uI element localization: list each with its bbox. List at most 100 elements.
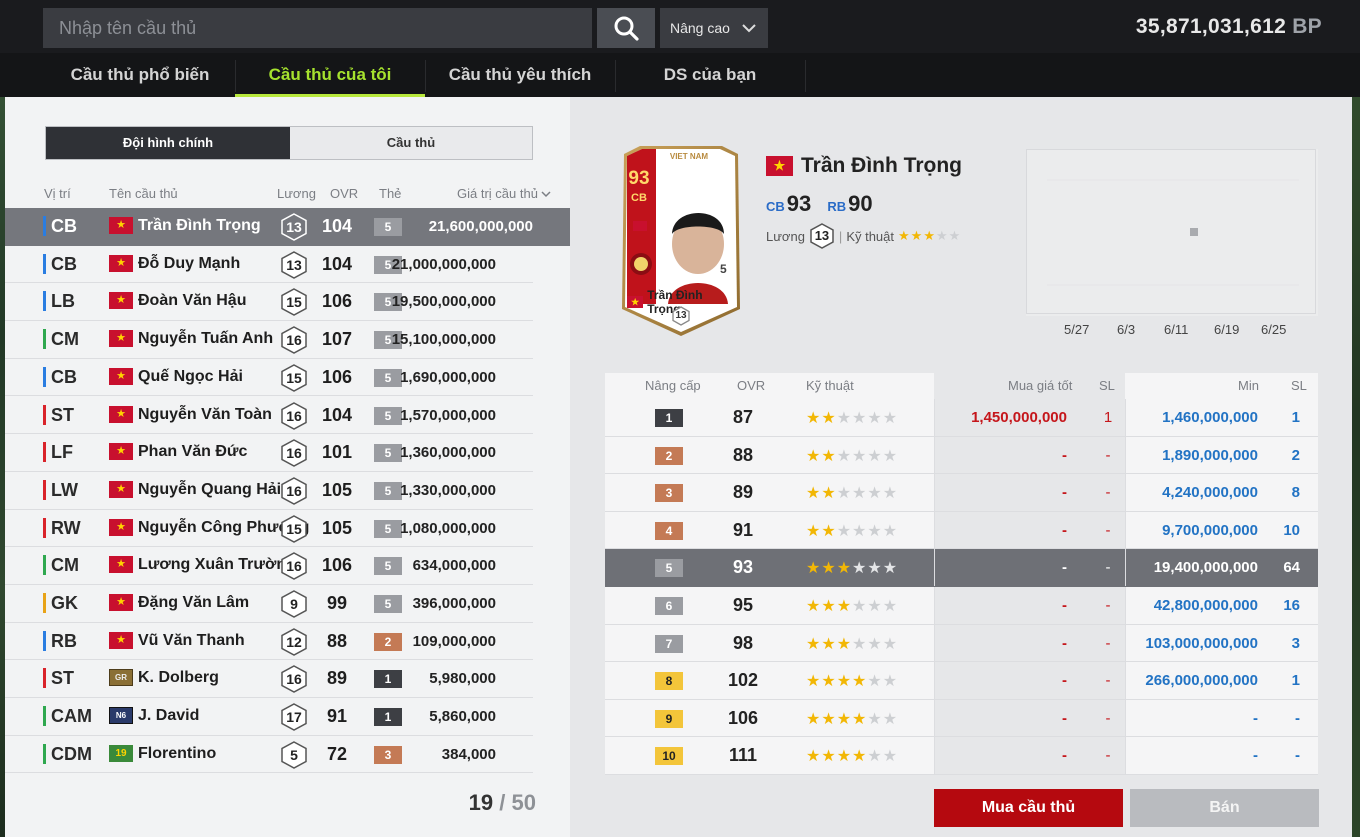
player-row[interactable]: GK ★ Đặng Văn Lâm 9 99 5 396,000,000 xyxy=(5,585,533,623)
player-row[interactable]: CDM 19 Florentino 5 72 3 384,000 xyxy=(5,736,533,774)
card-ovr: 93 xyxy=(628,168,650,189)
position-label: CB xyxy=(43,216,77,236)
tab-favorite-players[interactable]: Cầu thủ yêu thích xyxy=(425,53,615,97)
tab-my-players[interactable]: Cầu thủ của tôi xyxy=(235,53,425,97)
sell-button[interactable]: Bán xyxy=(1130,789,1319,827)
upgrade-row[interactable]: 5 93 ★★★★★★ - -19,400,000,000 64 xyxy=(605,549,1318,587)
star-filled-icon: ★ xyxy=(806,447,822,465)
tab-your-list[interactable]: DS của bạn xyxy=(615,53,805,97)
buy-player-button[interactable]: Mua cầu thủ xyxy=(934,789,1123,827)
min-price: 1,890,000,000 xyxy=(1162,446,1258,464)
ovr-value: 91 xyxy=(326,706,348,727)
top-bar: Nhập tên cầu thủ Nâng cao 35,871,031,612… xyxy=(0,0,1360,53)
tab-popular-players[interactable]: Cầu thủ phổ biến xyxy=(45,53,235,97)
salary-value: 17 xyxy=(286,709,302,726)
position-label: ST xyxy=(43,668,74,689)
star-empty-icon: ★ xyxy=(852,560,868,578)
player-detail-panel: VIET NAM 93 CB 5 ★ Trần Đình Trọng 13 ★ … xyxy=(570,97,1352,837)
player-row[interactable]: CB ★ Trần Đình Trọng 13 104 5 21,600,000,000 xyxy=(5,208,570,246)
ovr-value: 104 xyxy=(321,404,353,425)
star-filled-icon: ★ xyxy=(852,710,868,728)
star-filled-icon: ★ xyxy=(898,228,911,243)
search-button[interactable] xyxy=(597,8,655,48)
player-row[interactable]: LB ★ Đoàn Văn Hậu 15 106 5 19,500,000,000 xyxy=(5,283,533,322)
upgrade-level-badge: 10 xyxy=(655,747,683,766)
card-name: Trần Đình Trọng xyxy=(647,288,703,316)
upgrade-level-badge: 5 xyxy=(655,559,683,578)
header-salary[interactable]: Lương xyxy=(277,186,316,201)
header-position[interactable]: Vị trí xyxy=(44,186,71,201)
position-label: LF xyxy=(43,442,73,463)
upgrade-row[interactable]: 1 87 ★★★★★★ 1,450,000,000 1 1,460,000,000 1 xyxy=(605,399,1318,437)
player-row[interactable]: CB ★ Quế Ngọc Hải 15 106 5 1,690,000,000 xyxy=(5,359,533,397)
toggle-main-squad[interactable]: Đội hình chính xyxy=(46,127,290,159)
player-row[interactable]: RW ★ Nguyễn Công Phượng 15 105 5 1,080,000,000 xyxy=(5,510,533,548)
upgrade-row[interactable]: 8 102 ★★★★★★ - -266,000,000,000 1 xyxy=(605,662,1318,700)
upgrade-row[interactable]: 10 111 ★★★★★★ - - - - xyxy=(605,737,1318,775)
player-row[interactable]: LF ★ Phan Văn Đức 16 101 5 1,360,000,000 xyxy=(5,434,533,472)
player-row[interactable]: LW ★ Nguyễn Quang Hải 16 105 5 1,330,000,000 xyxy=(5,472,533,510)
toggle-players[interactable]: Cầu thủ xyxy=(290,127,532,159)
best-price: - xyxy=(1062,484,1067,502)
best-price: - xyxy=(1062,521,1067,539)
upgrade-row[interactable]: 2 88 ★★★★★★ - -1,890,000,000 2 xyxy=(605,436,1318,475)
salary-value: 13 xyxy=(286,219,302,235)
upgrade-row[interactable]: 9 106 ★★★★★★ - - - - xyxy=(605,699,1318,738)
card-level-badge: 5 xyxy=(374,444,402,463)
column-divider xyxy=(934,737,935,775)
salary-value: 13 xyxy=(286,256,302,273)
star-filled-icon: ★ xyxy=(821,710,837,728)
player-row[interactable]: ST ★ Nguyễn Văn Toàn 16 104 5 1,570,000,000 xyxy=(5,397,533,435)
best-quantity: - xyxy=(1105,709,1111,727)
salary-value: 12 xyxy=(286,633,302,650)
search-input[interactable]: Nhập tên cầu thủ xyxy=(43,8,592,48)
best-price: - xyxy=(1062,672,1067,690)
column-divider xyxy=(1125,511,1126,549)
player-row[interactable]: RB ★ Vũ Văn Thanh 12 88 2 109,000,000 xyxy=(5,623,533,661)
roster-current: 19 xyxy=(468,790,494,815)
ovr-value: 89 xyxy=(326,668,348,689)
min-quantity: - xyxy=(1295,747,1300,765)
player-row[interactable]: ST GR K. Dolberg 16 89 1 5,980,000 xyxy=(5,660,533,699)
position-label: CAM xyxy=(43,706,92,727)
player-row[interactable]: CM ★ Nguyễn Tuấn Anh 16 107 5 15,100,000,000 xyxy=(5,321,533,359)
star-empty-icon: ★ xyxy=(867,710,883,728)
pos1-ovr: 93 xyxy=(786,191,812,216)
min-quantity: 8 xyxy=(1291,484,1300,502)
star-empty-icon: ★ xyxy=(836,447,853,465)
upgrade-row[interactable]: 7 98 ★★★★★★ - -103,000,000,000 3 xyxy=(605,624,1318,663)
header-value[interactable]: Giá trị cầu thủ xyxy=(457,186,551,201)
star-empty-icon: ★ xyxy=(882,447,899,465)
star-empty-icon: ★ xyxy=(882,598,899,615)
star-filled-icon: ★ xyxy=(821,485,837,503)
column-divider xyxy=(1125,399,1126,436)
header-name[interactable]: Tên cầu thủ xyxy=(109,186,178,201)
salary-value: 15 xyxy=(286,520,302,537)
upgrade-row[interactable]: 6 95 ★★★★★★ - -42,800,000,000 16 xyxy=(605,587,1318,625)
nation-flag-icon: ★ xyxy=(109,443,133,461)
best-price: - xyxy=(1062,709,1067,727)
upgrade-ovr: 93 xyxy=(732,557,754,578)
upgrade-level-badge: 3 xyxy=(655,484,683,503)
ovr-value: 99 xyxy=(326,593,348,613)
upgrade-row[interactable]: 3 89 ★★★★★★ - -4,240,000,000 8 xyxy=(605,474,1318,512)
player-row[interactable]: CM ★ Lương Xuân Trường 16 106 5 634,000,000 xyxy=(5,547,533,585)
column-divider xyxy=(934,587,935,624)
advanced-label: Nâng cao xyxy=(670,20,730,36)
bp-value: 35,871,031,612 xyxy=(1135,15,1287,38)
price-chart-plot xyxy=(1026,149,1316,314)
upgrade-row[interactable]: 4 91 ★★★★★★ - -9,700,000,000 10 xyxy=(605,511,1318,550)
header-card[interactable]: Thẻ xyxy=(379,186,401,201)
header-ovr[interactable]: OVR xyxy=(330,186,358,201)
player-row[interactable]: CAM N6 J. David 17 91 1 5,860,000 xyxy=(5,698,533,736)
player-value: 21,000,000,000 xyxy=(391,255,496,273)
star-empty-icon: ★ xyxy=(882,635,899,653)
star-empty-icon: ★ xyxy=(882,710,899,728)
nation-flag-icon: ★ xyxy=(109,367,133,385)
best-quantity: - xyxy=(1105,597,1111,614)
advanced-search-dropdown[interactable]: Nâng cao xyxy=(660,8,768,48)
position-label: CM xyxy=(43,329,79,350)
upgrade-level-badge: 7 xyxy=(655,634,683,653)
card-level-badge: 5 xyxy=(374,595,402,613)
player-row[interactable]: CB ★ Đỗ Duy Mạnh 13 104 5 21,000,000,000 xyxy=(5,246,533,284)
